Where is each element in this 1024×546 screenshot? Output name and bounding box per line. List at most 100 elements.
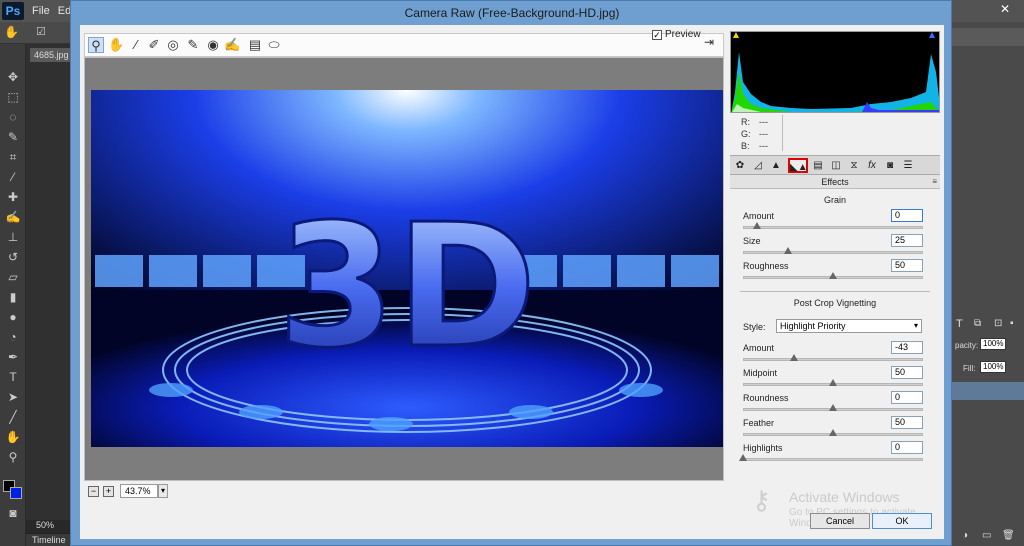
line-tool-icon[interactable]: ╱	[5, 410, 21, 424]
checkbox-icon[interactable]: ☑	[36, 25, 46, 38]
tab-effects-icon[interactable]: ◣▲	[788, 158, 808, 173]
preview-toggle[interactable]: ✓ Preview	[652, 29, 701, 40]
spot-removal-icon[interactable]: ✎	[185, 37, 201, 53]
blur-tool-icon[interactable]: ●	[5, 310, 21, 324]
selected-layer-row[interactable]	[952, 382, 1024, 400]
brush-tool-icon[interactable]: ✍	[5, 210, 21, 224]
close-icon[interactable]: ✕	[1000, 2, 1010, 16]
preview-canvas-area[interactable]: 3D	[84, 57, 724, 481]
zoom-out-button[interactable]: −	[88, 485, 99, 497]
hand-tool-icon[interactable]: ✋	[5, 430, 21, 444]
fill-field[interactable]: 100%	[980, 361, 1006, 373]
slider-label: Amount	[743, 343, 775, 353]
tab-basic-icon[interactable]: ✿	[732, 158, 748, 173]
tab-presets-icon[interactable]: ☰	[900, 158, 916, 173]
smart-object-icon[interactable]: ⊡	[994, 318, 1002, 329]
shape-layer-icon[interactable]: ⧉	[974, 318, 981, 329]
slider-thumb[interactable]	[753, 222, 762, 229]
dodge-tool-icon[interactable]: ◔	[5, 330, 21, 344]
slider-track[interactable]	[743, 458, 923, 461]
slider-track[interactable]	[743, 251, 923, 254]
slider-value-field[interactable]: 0	[891, 441, 923, 454]
g-value: ---	[759, 129, 768, 139]
white-balance-icon[interactable]: ⁄	[128, 37, 144, 53]
ps-document-tab[interactable]: 4685.jpg	[30, 48, 70, 62]
slider-thumb[interactable]	[829, 429, 837, 436]
ps-toolbar: ✥ ⬚ ◌ ✎ ⌗ ⁄ ✚ ✍ ⊥ ↺ ▱ ▮ ● ◔ ✒ T ➤ ╱ ✋ ⚲ …	[0, 44, 26, 546]
path-select-icon[interactable]: ➤	[5, 390, 21, 404]
slider-thumb[interactable]	[829, 379, 837, 386]
opacity-field[interactable]: 100%	[980, 338, 1006, 350]
tab-split-toning-icon[interactable]: ▤	[810, 158, 826, 173]
marquee-tool-icon[interactable]: ⬚	[5, 90, 21, 104]
eyedropper-tool-icon[interactable]: ⁄	[5, 170, 21, 184]
graduated-filter-icon[interactable]: ▤	[247, 37, 263, 53]
history-brush-icon[interactable]: ↺	[5, 250, 21, 264]
slider-value-field[interactable]: 50	[891, 416, 923, 429]
zoom-bar: − + 43.7% ▾	[84, 482, 724, 500]
crop-tool-icon[interactable]: ⌗	[5, 150, 21, 164]
lock-icon[interactable]: ▪	[1010, 318, 1014, 329]
readout-divider	[782, 115, 783, 151]
tab-hsl-icon[interactable]: ⧖	[846, 158, 862, 173]
zoom-dropdown-button[interactable]: ▾	[158, 484, 168, 498]
tab-camera-calibration-icon[interactable]: ◙	[882, 158, 898, 173]
slider-value-field[interactable]: 50	[891, 366, 923, 379]
ps-workspace-select[interactable]	[952, 28, 1024, 46]
slider-thumb[interactable]	[829, 404, 837, 411]
type-layer-icon[interactable]: T	[956, 318, 963, 330]
healing-tool-icon[interactable]: ✚	[5, 190, 21, 204]
tab-lens-icon[interactable]: ◫	[828, 158, 844, 173]
style-select[interactable]: Highlight Priority ▾	[776, 319, 922, 333]
new-layer-icon[interactable]: ▭	[982, 530, 991, 541]
panel-menu-icon[interactable]: ≡	[932, 178, 937, 186]
fullscreen-icon[interactable]: ⇥	[704, 35, 714, 49]
trash-icon[interactable]: 🗑	[1002, 530, 1015, 541]
type-tool-icon[interactable]: T	[5, 370, 21, 384]
zoom-in-button[interactable]: +	[103, 485, 114, 497]
quick-mask-icon[interactable]: ◙	[5, 506, 21, 520]
slider-value-field[interactable]: 50	[891, 259, 923, 272]
ps-timeline-tab[interactable]: Timeline	[26, 533, 70, 546]
quick-select-icon[interactable]: ✎	[5, 130, 21, 144]
menu-file[interactable]: File	[32, 5, 50, 17]
red-eye-icon[interactable]: ◉	[205, 37, 221, 53]
slider-thumb[interactable]	[790, 354, 799, 361]
move-tool-icon[interactable]: ✥	[5, 70, 21, 84]
preview-checkbox[interactable]: ✓	[652, 29, 662, 40]
cancel-button[interactable]: Cancel	[810, 513, 870, 529]
hand-tool-icon[interactable]: ✋	[108, 37, 124, 53]
adjustment-icon[interactable]: ◑	[962, 530, 968, 541]
adjustment-brush-icon[interactable]: ✍	[224, 37, 240, 53]
lasso-tool-icon[interactable]: ◌	[5, 110, 21, 124]
eraser-tool-icon[interactable]: ▱	[5, 270, 21, 284]
zoom-tool-icon[interactable]: ⚲	[88, 37, 104, 53]
color-sampler-icon[interactable]: ✐	[146, 37, 162, 53]
slider-value-field[interactable]: 25	[891, 234, 923, 247]
highlight-clipping-icon[interactable]	[929, 32, 935, 38]
slider-thumb[interactable]	[784, 247, 792, 254]
slider-value-field[interactable]: 0	[891, 391, 923, 404]
target-adjustment-icon[interactable]: ◎	[165, 37, 181, 53]
tab-fx-icon[interactable]: fx	[864, 158, 880, 173]
pen-tool-icon[interactable]: ✒	[5, 350, 21, 364]
slider-thumb[interactable]	[829, 272, 837, 279]
ok-button[interactable]: OK	[872, 513, 932, 529]
tab-detail-icon[interactable]: ▲	[768, 158, 784, 173]
radial-filter-icon[interactable]: ⬭	[266, 37, 282, 53]
zoom-tool-icon[interactable]: ⚲	[5, 450, 21, 464]
hand-icon[interactable]: ✋	[4, 25, 19, 39]
gradient-tool-icon[interactable]: ▮	[5, 290, 21, 304]
slider-track[interactable]	[743, 226, 923, 229]
background-color-swatch[interactable]	[10, 487, 22, 499]
slider-thumb[interactable]	[739, 454, 747, 461]
g-label: G:	[741, 129, 751, 139]
slider-track[interactable]	[743, 358, 923, 361]
preview-label: Preview	[665, 29, 701, 40]
slider-value-field[interactable]: 0	[891, 209, 923, 222]
stamp-tool-icon[interactable]: ⊥	[5, 230, 21, 244]
zoom-level-field[interactable]: 43.7%	[120, 484, 158, 498]
shadow-clipping-icon[interactable]	[733, 32, 739, 38]
slider-value-field[interactable]: -43	[891, 341, 923, 354]
tab-tone-curve-icon[interactable]: ◿	[750, 158, 766, 173]
